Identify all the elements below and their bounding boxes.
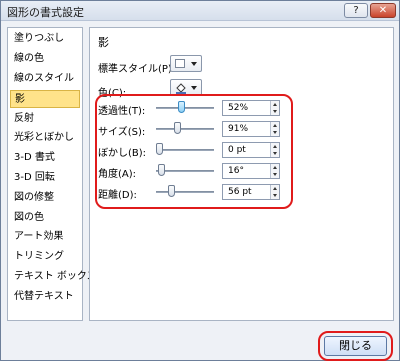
preset-swatch-icon bbox=[175, 59, 185, 68]
paint-bucket-icon bbox=[176, 83, 186, 94]
sidebar-item-reflection[interactable]: 反射 bbox=[10, 110, 80, 128]
sidebar-item-alt-text[interactable]: 代替テキスト bbox=[10, 288, 80, 306]
sidebar-item-crop[interactable]: トリミング bbox=[10, 248, 80, 266]
help-button[interactable]: ? bbox=[344, 3, 368, 18]
presets-label: 標準スタイル(P): bbox=[98, 64, 176, 75]
sidebar-item-shadow[interactable]: 影 bbox=[10, 90, 80, 108]
annotation-highlight-close bbox=[318, 331, 393, 361]
annotation-highlight-settings bbox=[95, 94, 293, 209]
sidebar-item-picture-corrections[interactable]: 図の修整 bbox=[10, 189, 80, 207]
chevron-down-icon bbox=[191, 86, 197, 90]
sidebar-item-artistic-effects[interactable]: アート効果 bbox=[10, 228, 80, 246]
sidebar-item-picture-color[interactable]: 図の色 bbox=[10, 209, 80, 227]
sidebar-item-glow-soft-edges[interactable]: 光彩とぼかし bbox=[10, 129, 80, 147]
sidebar-item-3d-format[interactable]: 3-D 書式 bbox=[10, 149, 80, 167]
sidebar-item-fill[interactable]: 塗りつぶし bbox=[10, 30, 80, 48]
chevron-down-icon bbox=[191, 62, 197, 66]
category-sidebar: 塗りつぶし 線の色 線のスタイル 影 反射 光彩とぼかし 3-D 書式 3-D … bbox=[7, 27, 97, 321]
presets-dropdown[interactable] bbox=[170, 55, 202, 72]
close-window-button[interactable]: ✕ bbox=[370, 3, 396, 18]
sidebar-item-3d-rotation[interactable]: 3-D 回転 bbox=[10, 169, 80, 187]
format-shape-dialog: 図形の書式設定 ? ✕ 塗りつぶし 線の色 線のスタイル 影 反射 光彩とぼかし… bbox=[0, 0, 400, 361]
title-bar: 図形の書式設定 ? ✕ bbox=[1, 1, 399, 21]
sidebar-item-text-box[interactable]: テキスト ボックス bbox=[10, 268, 97, 286]
window-title: 図形の書式設定 bbox=[7, 6, 84, 19]
sidebar-item-line-style[interactable]: 線のスタイル bbox=[10, 70, 80, 88]
panel-title: 影 bbox=[98, 36, 109, 49]
shadow-panel: 影 標準スタイル(P): 色(C): 透過性(T): 52% サイズ(S): 9… bbox=[89, 27, 394, 321]
sidebar-item-line-color[interactable]: 線の色 bbox=[10, 50, 80, 68]
